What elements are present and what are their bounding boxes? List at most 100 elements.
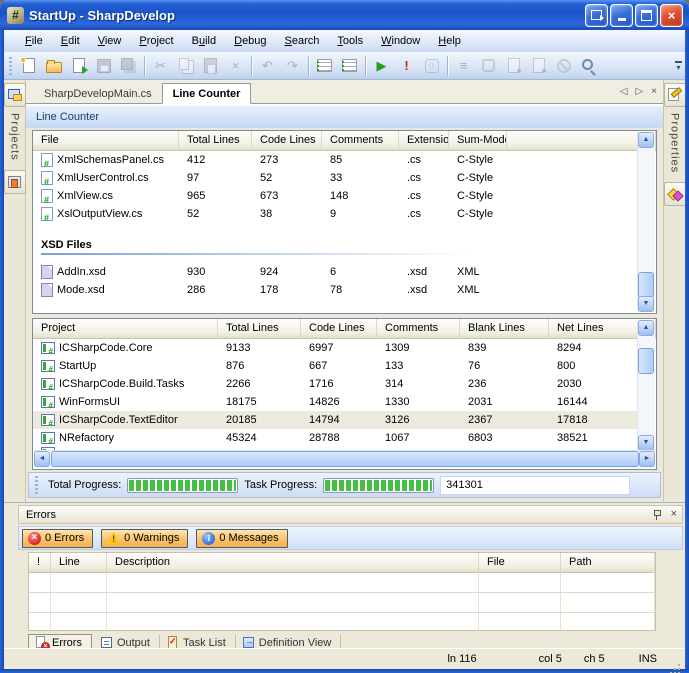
toolbox-pad-icon: [667, 187, 682, 201]
scroll-thumb[interactable]: [51, 451, 639, 467]
tab-line-counter[interactable]: Line Counter: [162, 83, 252, 104]
menu-item-window[interactable]: Window: [372, 32, 429, 50]
file-row[interactable]: XmlView.cs965673148.csC-Style: [33, 187, 639, 205]
project-row[interactable]: ICSharpCode.Core9133699713098398294: [33, 339, 639, 357]
column-header-code-lines[interactable]: Code Lines: [252, 131, 322, 151]
run-icon[interactable]: ▶: [370, 55, 393, 77]
column-header-comments[interactable]: Comments: [377, 319, 460, 339]
menu-item-edit[interactable]: Edit: [52, 32, 89, 50]
undock-button[interactable]: [585, 4, 608, 27]
uncomment-region-icon[interactable]: [338, 55, 361, 77]
file-row[interactable]: XslOutputView.cs52389.csC-Style: [33, 205, 639, 223]
format-icon: ≡: [452, 55, 475, 77]
filter-button-0-messages[interactable]: 0 Messages: [196, 529, 287, 548]
close-button[interactable]: ×: [660, 4, 683, 27]
open-file-icon[interactable]: [42, 55, 65, 77]
file-name-cell: XmlView.cs: [33, 187, 179, 205]
filter-button-0-errors[interactable]: 0 Errors: [22, 529, 93, 548]
file-row[interactable]: XmlUserControl.cs975233.csC-Style: [33, 169, 639, 187]
menu-item-debug[interactable]: Debug: [225, 32, 275, 50]
menu-item-help[interactable]: Help: [429, 32, 470, 50]
progress-grip[interactable]: [35, 476, 38, 494]
errors-panel: Errors × 0 Errors0 Warnings0 Messages !L…: [4, 502, 685, 648]
project-row[interactable]: ICSharpCode.TextEditor201851479431262367…: [33, 411, 639, 429]
column-header-path[interactable]: Path: [561, 553, 655, 573]
project-row[interactable]: NRefactory45324287881067680338521: [33, 429, 639, 447]
bottom-tab-label: Output: [117, 637, 150, 649]
toolbox-pad-tab[interactable]: [664, 182, 686, 206]
comment-region-icon[interactable]: [313, 55, 336, 77]
column-header-comments[interactable]: Comments: [322, 131, 399, 151]
file-cell: C-Style: [449, 169, 507, 187]
properties-pad-label[interactable]: Properties: [669, 113, 681, 173]
menu-item-build[interactable]: Build: [183, 32, 225, 50]
column-header-file[interactable]: File: [479, 553, 561, 573]
new-file-icon[interactable]: [17, 55, 40, 77]
minimize-button[interactable]: [610, 4, 633, 27]
toolbar-separator: [144, 56, 145, 76]
column-header-total-lines[interactable]: Total Lines: [218, 319, 301, 339]
title-bar[interactable]: # StartUp - SharpDevelop ×: [0, 0, 689, 30]
search-icon[interactable]: [577, 55, 600, 77]
file-cell: 148: [322, 187, 399, 205]
scroll-up-icon[interactable]: ▲: [638, 132, 654, 148]
file-row[interactable]: Mode.xsd28617878.xsdXML: [33, 281, 639, 299]
column-header-file[interactable]: File: [33, 131, 179, 151]
menu-item-tools[interactable]: Tools: [328, 32, 372, 50]
stop-icon: [420, 55, 443, 77]
classes-pad-tab[interactable]: [4, 170, 26, 194]
scroll-thumb[interactable]: [638, 348, 654, 374]
column-header-description[interactable]: Description: [107, 553, 479, 573]
file-row[interactable]: AddIn.xsd9309246.xsdXML: [33, 263, 639, 281]
column-header-total-lines[interactable]: Total Lines: [179, 131, 252, 151]
next-tab-icon[interactable]: ▷: [635, 86, 643, 97]
column-header-blank-lines[interactable]: Blank Lines: [460, 319, 549, 339]
project-table-scrollbar[interactable]: ▲ ▼: [637, 320, 655, 451]
file-row[interactable]: XmlSchemasPanel.cs41227385.csC-Style: [33, 151, 639, 169]
project-row[interactable]: StartUp87666713376800: [33, 357, 639, 375]
project-icon: [41, 432, 55, 444]
pin-icon[interactable]: [652, 509, 662, 520]
file-table-header: FileTotal LinesCode LinesCommentsExtensi…: [33, 131, 656, 151]
scroll-down-icon[interactable]: ▼: [638, 296, 654, 312]
scroll-left-icon[interactable]: ◄: [34, 451, 50, 467]
new-from-template-icon[interactable]: [67, 55, 90, 77]
close-tab-icon[interactable]: ×: [651, 86, 657, 97]
maximize-button[interactable]: [635, 4, 658, 27]
properties-pad-tab[interactable]: [664, 83, 686, 107]
filter-button-0-warnings[interactable]: 0 Warnings: [101, 529, 188, 548]
line-counter-title: Line Counter: [26, 104, 663, 128]
tab-sharpdevelopmain-cs[interactable]: SharpDevelopMain.cs: [34, 84, 162, 103]
errors-close-icon[interactable]: ×: [671, 509, 677, 520]
column-header-sum-mode[interactable]: Sum-Mode: [449, 131, 507, 151]
projects-pad-tab[interactable]: [4, 83, 26, 107]
resize-grip[interactable]: [668, 654, 682, 668]
column-header-extension[interactable]: Extension: [399, 131, 449, 151]
toolbar-overflow-icon[interactable]: ▾: [675, 61, 682, 70]
menu-item-search[interactable]: Search: [276, 32, 329, 50]
menu-item-project[interactable]: Project: [130, 32, 182, 50]
filter-button-label: 0 Errors: [45, 532, 84, 544]
menu-item-file[interactable]: File: [16, 32, 52, 50]
project-row[interactable]: ICSharpCode.Build.Tasks22661716314236203…: [33, 375, 639, 393]
project-row[interactable]: WinFormsUI18175148261330203116144: [33, 393, 639, 411]
toolbar-grip[interactable]: [9, 57, 12, 75]
column-header-line[interactable]: Line: [51, 553, 107, 573]
column-header-project[interactable]: Project: [33, 319, 218, 339]
column-header-code-lines[interactable]: Code Lines: [301, 319, 377, 339]
cs-file-icon: [41, 171, 53, 185]
menu-item-view[interactable]: View: [89, 32, 131, 50]
scroll-right-icon[interactable]: ►: [639, 451, 655, 467]
projects-pad-label[interactable]: Projects: [9, 113, 21, 161]
column-header-[interactable]: !: [29, 553, 51, 573]
file-cell: .cs: [399, 205, 449, 223]
window-frame-left: [0, 30, 4, 673]
scroll-down-icon[interactable]: ▼: [638, 435, 654, 451]
errors-toolbar: 0 Errors 0 Warnings 0 Messages: [18, 526, 683, 550]
scroll-up-icon[interactable]: ▲: [638, 320, 654, 336]
file-table-scrollbar[interactable]: ▲ ▼: [637, 132, 655, 312]
prev-tab-icon[interactable]: ◁: [620, 86, 628, 97]
project-table-hscrollbar[interactable]: ◄ ►: [34, 450, 655, 468]
scroll-thumb[interactable]: [638, 272, 654, 298]
abort-build-icon[interactable]: !: [395, 55, 418, 77]
